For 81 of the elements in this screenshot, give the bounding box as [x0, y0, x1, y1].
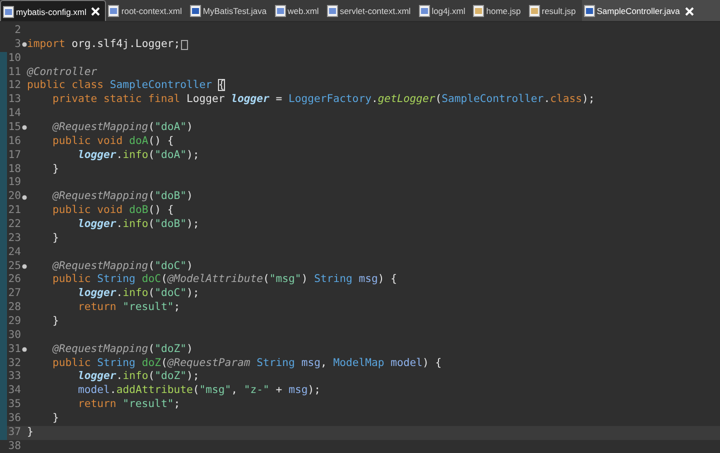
code-line: model.addAttribute("msg", "z-" + msg); — [77, 384, 320, 398]
line-number: 34 — [7, 384, 21, 398]
line-number: 36 — [7, 412, 21, 426]
line-number: 31 — [7, 342, 21, 357]
fold-icon[interactable] — [22, 42, 27, 48]
code-line: } — [52, 412, 59, 426]
fold-icon[interactable] — [22, 264, 27, 270]
file-icon — [108, 5, 120, 17]
line-number: 38 — [7, 440, 21, 453]
line-number: 21 — [7, 204, 21, 218]
line-number: 28 — [7, 301, 21, 316]
editor-tab[interactable]: root-context.xml — [106, 0, 188, 21]
code-line: public String doC(@ModelAttribute("msg") String msg) { — [52, 273, 398, 288]
line-number: 18 — [7, 162, 21, 176]
close-icon[interactable] — [684, 6, 694, 16]
fold-icon[interactable] — [22, 125, 27, 130]
line-number: 19 — [7, 176, 21, 190]
editor-tab[interactable]: mybatis-config.xml — [0, 0, 106, 21]
code-line: } — [27, 426, 34, 440]
code-line: logger.info("doC"); — [77, 287, 200, 302]
line-number: 13 — [7, 93, 21, 108]
line-number: 35 — [7, 398, 21, 412]
code-line: logger.info("doB"); — [77, 218, 200, 232]
file-icon — [584, 5, 595, 17]
code-line: public void doB() { — [52, 204, 174, 218]
line-number: 22 — [7, 218, 21, 232]
editor-tab[interactable]: SampleController.java — [582, 0, 720, 21]
code-line: import org.slf4j.Logger; — [27, 38, 180, 52]
line-number: 16 — [7, 134, 21, 149]
line-number: 17 — [7, 148, 21, 163]
fold-icon[interactable] — [22, 194, 27, 200]
line-number: 24 — [7, 246, 21, 260]
line-number: 37 — [7, 426, 21, 440]
line-number: 3 — [14, 38, 21, 52]
line-number: 2 — [14, 24, 21, 38]
line-number: 15 — [7, 121, 21, 135]
code-line: public class SampleController { — [27, 79, 225, 94]
line-number: 12 — [7, 79, 21, 94]
line-number: 20 — [7, 190, 21, 204]
file-icon — [190, 5, 201, 17]
editor-tab[interactable]: MyBatisTest.java — [188, 0, 273, 21]
code-line: public String doZ(@RequestParam String msg, ModelMap model) { — [52, 356, 442, 370]
line-number: 11 — [7, 66, 21, 80]
code-line: private static final Logger logger = LoggerFactory.getLogger(SampleController.class); — [52, 93, 595, 108]
code-line: @RequestMapping("doZ") — [51, 342, 193, 357]
line-number: 33 — [7, 370, 21, 384]
line-number: 10 — [7, 52, 21, 66]
fold-icon[interactable] — [22, 347, 27, 352]
editor-tab[interactable]: log4j.xml — [416, 0, 472, 21]
code-line: } — [52, 315, 59, 329]
line-number: 32 — [7, 356, 21, 370]
line-number: 14 — [7, 107, 21, 122]
code-line: public void doA() { — [52, 134, 174, 149]
folded-code-marker[interactable] — [181, 40, 188, 50]
line-number: 27 — [7, 287, 21, 302]
code-line: } — [52, 162, 59, 176]
code-line: logger.info("doZ"); — [77, 370, 200, 384]
file-icon — [274, 5, 286, 17]
file-icon — [473, 5, 484, 17]
code-line: @Controller — [27, 66, 98, 80]
editor-tab[interactable]: servlet-context.xml — [324, 0, 417, 21]
line-number: 23 — [7, 232, 21, 246]
code-line: @RequestMapping("doA") — [51, 121, 193, 135]
editor-tab[interactable]: result.jsp — [526, 0, 582, 21]
code-line: logger.info("doA"); — [77, 148, 200, 163]
line-number: 25 — [7, 260, 21, 274]
file-icon — [528, 5, 540, 17]
file-icon — [3, 6, 14, 18]
code-line: return "result"; — [77, 398, 180, 412]
code-line: } — [52, 232, 59, 246]
editor-tab[interactable]: web.xml — [272, 0, 325, 21]
close-icon[interactable] — [91, 7, 100, 16]
line-number: 26 — [7, 273, 21, 288]
editor-tab[interactable]: home.jsp — [471, 0, 527, 21]
file-icon — [326, 5, 338, 17]
line-number: 30 — [7, 328, 21, 343]
file-icon — [418, 5, 430, 17]
code-line: @RequestMapping("doC") — [51, 260, 193, 274]
code-line: @RequestMapping("doB") — [51, 190, 193, 204]
line-number: 29 — [7, 315, 21, 329]
code-line: return "result"; — [77, 301, 180, 316]
